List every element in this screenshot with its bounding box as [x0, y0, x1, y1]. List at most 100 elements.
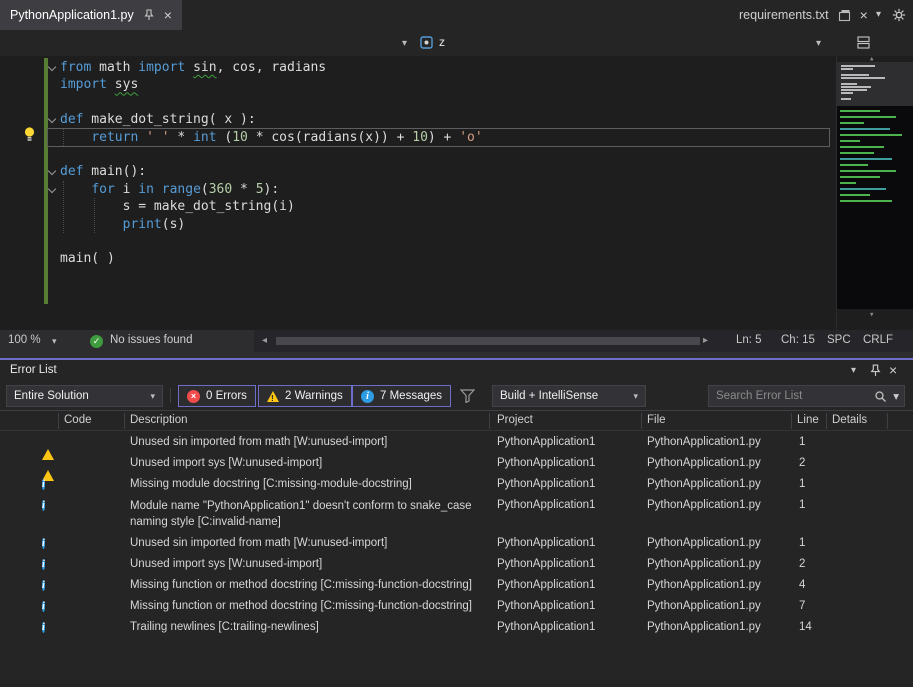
editor-status-strip: 100 % ▾ ✓ No issues found ◂ ▸ Ln: 5 Ch: … — [0, 330, 913, 352]
column-separator[interactable] — [826, 413, 827, 429]
code-line-5[interactable]: return ' ' * int (10 * cos(radians(x)) +… — [60, 129, 483, 147]
code-line-12[interactable]: main( ) — [60, 250, 115, 268]
cell-description: Module name "PythonApplication1" doesn't… — [130, 498, 484, 530]
member-dropdown-chevron-icon[interactable]: ▾ — [816, 38, 821, 49]
error-row[interactable]: iMissing function or method docstring [C… — [0, 575, 913, 596]
document-tab-bar: PythonApplication1.py × requirements.txt… — [0, 0, 913, 30]
source-filter-dropdown[interactable]: Build + IntelliSense ▾ — [492, 385, 646, 407]
cell-line: 7 — [799, 596, 805, 617]
scope-filter-dropdown[interactable]: Entire Solution ▾ — [6, 385, 163, 407]
pin-icon[interactable] — [869, 364, 882, 377]
fold-marker-icon[interactable] — [48, 63, 56, 71]
column-header-description[interactable]: Description — [130, 414, 188, 426]
tab-overflow-chevron-icon[interactable]: ▾ — [876, 9, 881, 20]
cell-project: PythonApplication1 — [497, 453, 595, 474]
hscroll-thumb[interactable] — [276, 337, 700, 345]
scope-label: z — [439, 35, 445, 49]
pin-icon[interactable] — [143, 9, 155, 21]
column-header-details[interactable]: Details — [832, 414, 867, 426]
scroll-down-icon[interactable]: ▾ — [869, 310, 874, 320]
search-input[interactable] — [716, 390, 868, 402]
fold-marker-icon[interactable] — [48, 185, 56, 193]
fold-marker-icon[interactable] — [48, 167, 56, 175]
code-editor[interactable]: from math import sin, cos, radiansimport… — [0, 56, 913, 330]
tab-pythonapplication1[interactable]: PythonApplication1.py × — [0, 0, 182, 30]
code-line-8[interactable]: for i in range(360 * 5): — [60, 181, 279, 199]
zoom-level[interactable]: 100 % — [8, 334, 41, 346]
minimap[interactable]: ▴ ▾ — [836, 56, 913, 330]
search-error-list-box: ▾ — [708, 385, 905, 407]
info-icon: i — [361, 390, 374, 403]
search-chevron-icon[interactable]: ▾ — [893, 389, 899, 403]
cell-file: PythonApplication1.py — [647, 474, 761, 495]
error-icon: × — [187, 390, 200, 403]
code-line-2[interactable]: import sys — [60, 76, 138, 94]
status-line: Ln: 5 — [736, 334, 762, 346]
error-row[interactable]: iMissing function or method docstring [C… — [0, 596, 913, 617]
cell-project: PythonApplication1 — [497, 617, 595, 638]
warnings-filter-button[interactable]: ! 2 Warnings — [258, 385, 352, 407]
fold-marker-icon[interactable] — [48, 115, 56, 123]
cell-line: 14 — [799, 617, 812, 638]
code-line-10[interactable]: print(s) — [60, 216, 185, 234]
cell-line: 1 — [799, 432, 805, 453]
cell-project: PythonApplication1 — [497, 432, 595, 453]
column-header-line[interactable]: Line — [797, 414, 819, 426]
chevron-down-icon: ▾ — [633, 391, 638, 402]
hscroll-left-icon[interactable]: ◂ — [262, 335, 267, 346]
cell-file: PythonApplication1.py — [647, 432, 761, 453]
code-line-4[interactable]: def make_dot_string( x ): — [60, 111, 256, 129]
cell-line: 2 — [799, 554, 805, 575]
column-separator[interactable] — [58, 413, 59, 429]
error-row[interactable]: iModule name "PythonApplication1" doesn'… — [0, 495, 913, 533]
status-column: Ch: 15 — [781, 334, 815, 346]
split-window-icon[interactable] — [856, 35, 871, 50]
code-line-9[interactable]: s = make_dot_string(i) — [60, 198, 295, 216]
column-separator[interactable] — [124, 413, 125, 429]
error-row[interactable]: iUnused import sys [W:unused-import]Pyth… — [0, 554, 913, 575]
cell-project: PythonApplication1 — [497, 495, 595, 516]
hscroll-right-icon[interactable]: ▸ — [703, 335, 708, 346]
column-separator[interactable] — [887, 413, 888, 429]
column-separator[interactable] — [489, 413, 490, 429]
search-icon[interactable] — [874, 390, 887, 403]
cell-description: Unused sin imported from math [W:unused-… — [130, 432, 484, 453]
column-header-project[interactable]: Project — [497, 414, 533, 426]
gear-icon[interactable] — [892, 8, 906, 22]
error-row[interactable]: !Unused import sys [W:unused-import]Pyth… — [0, 453, 913, 474]
cell-description: Unused import sys [W:unused-import] — [130, 453, 484, 474]
close-tab-icon[interactable]: × — [164, 7, 172, 23]
window-position-chevron-icon[interactable]: ▾ — [851, 365, 856, 376]
health-status[interactable]: No issues found — [110, 334, 192, 346]
column-separator[interactable] — [791, 413, 792, 429]
zoom-chevron-icon[interactable]: ▾ — [52, 336, 57, 347]
errors-filter-button[interactable]: × 0 Errors — [178, 385, 256, 407]
error-row[interactable]: iMissing module docstring [C:missing-mod… — [0, 474, 913, 495]
status-line-ending[interactable]: CRLF — [863, 334, 893, 346]
cell-description: Missing function or method docstring [C:… — [130, 596, 484, 617]
messages-filter-button[interactable]: i 7 Messages — [352, 385, 451, 407]
code-line-1[interactable]: from math import sin, cos, radians — [60, 59, 326, 77]
lightbulb-icon[interactable] — [22, 126, 37, 143]
cell-description: Trailing newlines [C:trailing-newlines] — [130, 617, 484, 638]
cell-file: PythonApplication1.py — [647, 617, 761, 638]
tab-requirements[interactable]: requirements.txt × — [733, 0, 874, 30]
close-panel-icon[interactable]: × — [889, 362, 897, 378]
error-row[interactable]: !Unused sin imported from math [W:unused… — [0, 432, 913, 453]
code-line-7[interactable]: def main(): — [60, 163, 146, 181]
status-indent-mode[interactable]: SPC — [827, 334, 851, 346]
error-list-header[interactable]: Code Description Project File Line Details — [0, 410, 913, 431]
cell-line: 4 — [799, 575, 805, 596]
column-separator[interactable] — [641, 413, 642, 429]
filter-funnel-icon[interactable] — [460, 389, 475, 403]
cell-file: PythonApplication1.py — [647, 533, 761, 554]
project-dropdown-chevron-icon[interactable]: ▾ — [402, 38, 407, 49]
cell-file: PythonApplication1.py — [647, 596, 761, 617]
error-row[interactable]: iUnused sin imported from math [W:unused… — [0, 533, 913, 554]
type-dropdown[interactable]: z — [420, 35, 445, 49]
keep-open-icon[interactable] — [838, 9, 851, 22]
close-tab-icon[interactable]: × — [860, 7, 868, 23]
column-header-file[interactable]: File — [647, 414, 666, 426]
column-header-code[interactable]: Code — [64, 414, 92, 426]
error-row[interactable]: iTrailing newlines [C:trailing-newlines]… — [0, 617, 913, 638]
